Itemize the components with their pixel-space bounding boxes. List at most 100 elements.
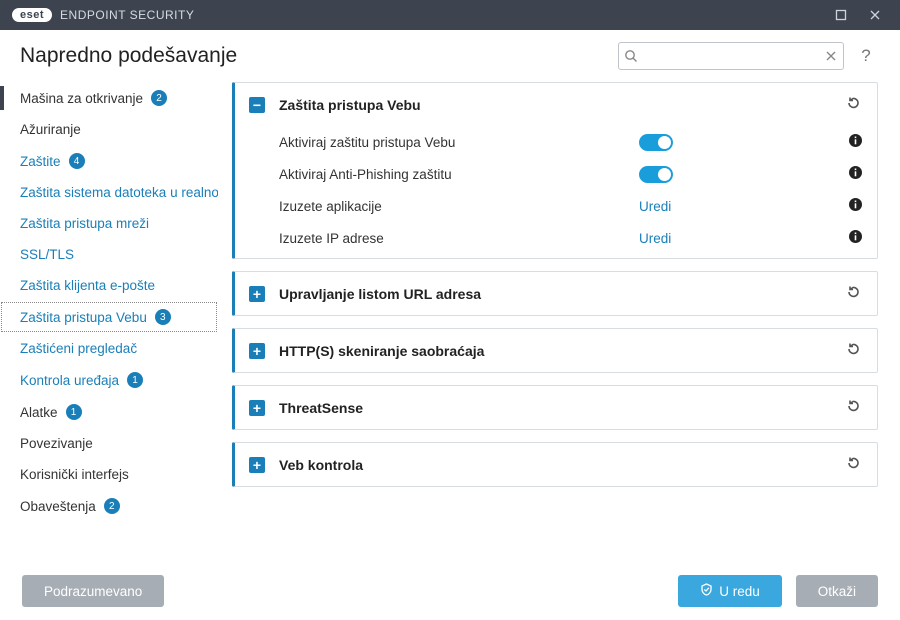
edit-link-excluded-ips[interactable]: Uredi [639, 231, 671, 246]
panel-https-scanning: + HTTP(S) skeniranje saobraćaja [232, 328, 878, 373]
sidebar-item-notifications[interactable]: Obaveštenja 2 [0, 490, 218, 522]
sidebar-badge: 1 [127, 372, 143, 388]
sidebar-item-realtime-fs[interactable]: Zaštita sistema datoteka u realnom vreme… [0, 177, 218, 208]
panel-title: HTTP(S) skeniranje saobraćaja [279, 343, 843, 359]
undo-icon [845, 95, 861, 111]
sidebar-badge: 4 [69, 153, 85, 169]
search-field[interactable] [618, 42, 844, 70]
setting-row-excluded-ips: Izuzete IP adrese Uredi [279, 222, 863, 254]
sidebar-item-secure-browser[interactable]: Zaštićeni pregledač [0, 333, 218, 364]
main-content: − Zaštita pristupa Vebu Aktiviraj zaštit… [218, 78, 900, 562]
sidebar-item-connectivity[interactable]: Povezivanje [0, 428, 218, 459]
panel-url-list-management: + Upravljanje listom URL adresa [232, 271, 878, 316]
panel-header[interactable]: − Zaštita pristupa Vebu [235, 83, 877, 126]
sidebar-badge: 2 [104, 498, 120, 514]
brand-logo: eset [12, 8, 52, 22]
search-input[interactable] [643, 49, 819, 64]
sidebar-item-ssl-tls[interactable]: SSL/TLS [0, 239, 218, 270]
info-button[interactable] [848, 133, 863, 151]
sidebar-item-label: Zaštita klijenta e-pošte [20, 278, 155, 293]
sidebar-item-ui[interactable]: Korisnički interfejs [0, 459, 218, 490]
page-title: Napredno podešavanje [20, 44, 237, 68]
panel-web-access-protection: − Zaštita pristupa Vebu Aktiviraj zaštit… [232, 82, 878, 259]
panel-header[interactable]: + Veb kontrola [235, 443, 877, 486]
undo-icon [845, 455, 861, 471]
setting-label: Aktiviraj Anti-Phishing zaštitu [279, 167, 639, 182]
sidebar-item-label: Mašina za otkrivanje [20, 91, 143, 106]
titlebar: eset ENDPOINT SECURITY [0, 0, 900, 30]
sidebar-item-tools[interactable]: Alatke 1 [0, 396, 218, 428]
panel-title: Veb kontrola [279, 457, 843, 473]
toggle-enable-antiphishing[interactable] [639, 166, 673, 183]
sidebar-item-label: Obaveštenja [20, 499, 96, 514]
sidebar-item-label: Zaštita pristupa Vebu [20, 310, 147, 325]
clear-icon [825, 50, 837, 62]
reset-button[interactable] [843, 453, 863, 476]
default-button[interactable]: Podrazumevano [22, 575, 164, 607]
reset-button[interactable] [843, 93, 863, 116]
window-close-button[interactable] [858, 0, 892, 30]
panel-title: ThreatSense [279, 400, 843, 416]
sidebar-item-protections[interactable]: Zaštite 4 [0, 145, 218, 177]
topbar: Napredno podešavanje ? [0, 30, 900, 78]
sidebar-item-email-client[interactable]: Zaštita klijenta e-pošte [0, 270, 218, 301]
sidebar-item-label: Zaštita sistema datoteka u realnom vreme… [20, 185, 218, 200]
panel-header[interactable]: + ThreatSense [235, 386, 877, 429]
sidebar-item-label: Ažuriranje [20, 122, 81, 137]
product-name: ENDPOINT SECURITY [60, 8, 194, 22]
sidebar-item-label: Kontrola uređaja [20, 373, 119, 388]
sidebar-item-label: Korisnički interfejs [20, 467, 129, 482]
panel-header[interactable]: + Upravljanje listom URL adresa [235, 272, 877, 315]
panel-header[interactable]: + HTTP(S) skeniranje saobraćaja [235, 329, 877, 372]
undo-icon [845, 284, 861, 300]
expand-icon: + [249, 343, 265, 359]
ok-button[interactable]: U redu [678, 575, 782, 607]
search-icon [619, 49, 643, 63]
cancel-button[interactable]: Otkaži [796, 575, 878, 607]
reset-button[interactable] [843, 396, 863, 419]
expand-icon: + [249, 457, 265, 473]
info-button[interactable] [848, 197, 863, 215]
sidebar-item-network-protection[interactable]: Zaštita pristupa mreži [0, 208, 218, 239]
ok-button-label: U redu [719, 584, 760, 599]
reset-button[interactable] [843, 282, 863, 305]
sidebar-item-label: Zaštita pristupa mreži [20, 216, 149, 231]
sidebar-item-label: Zaštićeni pregledač [20, 341, 137, 356]
sidebar-item-device-control[interactable]: Kontrola uređaja 1 [0, 364, 218, 396]
sidebar-item-label: SSL/TLS [20, 247, 74, 262]
panel-web-control: + Veb kontrola [232, 442, 878, 487]
panel-threatsense: + ThreatSense [232, 385, 878, 430]
help-button[interactable]: ? [852, 42, 880, 70]
setting-label: Aktiviraj zaštitu pristupa Vebu [279, 135, 639, 150]
sidebar-item-label: Alatke [20, 405, 58, 420]
sidebar: Mašina za otkrivanje 2 Ažuriranje Zaštit… [0, 78, 218, 562]
panel-title: Upravljanje listom URL adresa [279, 286, 843, 302]
setting-row-enable-web-protection: Aktiviraj zaštitu pristupa Vebu [279, 126, 863, 158]
sidebar-item-detection-engine[interactable]: Mašina za otkrivanje 2 [0, 82, 218, 114]
panel-title: Zaštita pristupa Vebu [279, 97, 843, 113]
expand-icon: + [249, 400, 265, 416]
undo-icon [845, 341, 861, 357]
setting-label: Izuzete IP adrese [279, 231, 639, 246]
close-icon [869, 9, 881, 21]
edit-link-excluded-apps[interactable]: Uredi [639, 199, 671, 214]
sidebar-item-label: Povezivanje [20, 436, 93, 451]
sidebar-item-update[interactable]: Ažuriranje [0, 114, 218, 145]
sidebar-badge: 1 [66, 404, 82, 420]
reset-button[interactable] [843, 339, 863, 362]
maximize-icon [835, 9, 847, 21]
info-button[interactable] [848, 165, 863, 183]
expand-icon: + [249, 286, 265, 302]
sidebar-item-label: Zaštite [20, 154, 61, 169]
setting-row-excluded-apps: Izuzete aplikacije Uredi [279, 190, 863, 222]
sidebar-badge: 2 [151, 90, 167, 106]
setting-row-enable-antiphishing: Aktiviraj Anti-Phishing zaštitu [279, 158, 863, 190]
shield-icon [700, 583, 713, 599]
window-maximize-button[interactable] [824, 0, 858, 30]
undo-icon [845, 398, 861, 414]
info-button[interactable] [848, 229, 863, 247]
sidebar-item-web-access[interactable]: Zaštita pristupa Vebu 3 [0, 301, 218, 333]
footer: Podrazumevano U redu Otkaži [0, 562, 900, 620]
toggle-enable-web-protection[interactable] [639, 134, 673, 151]
clear-search-button[interactable] [819, 50, 843, 62]
